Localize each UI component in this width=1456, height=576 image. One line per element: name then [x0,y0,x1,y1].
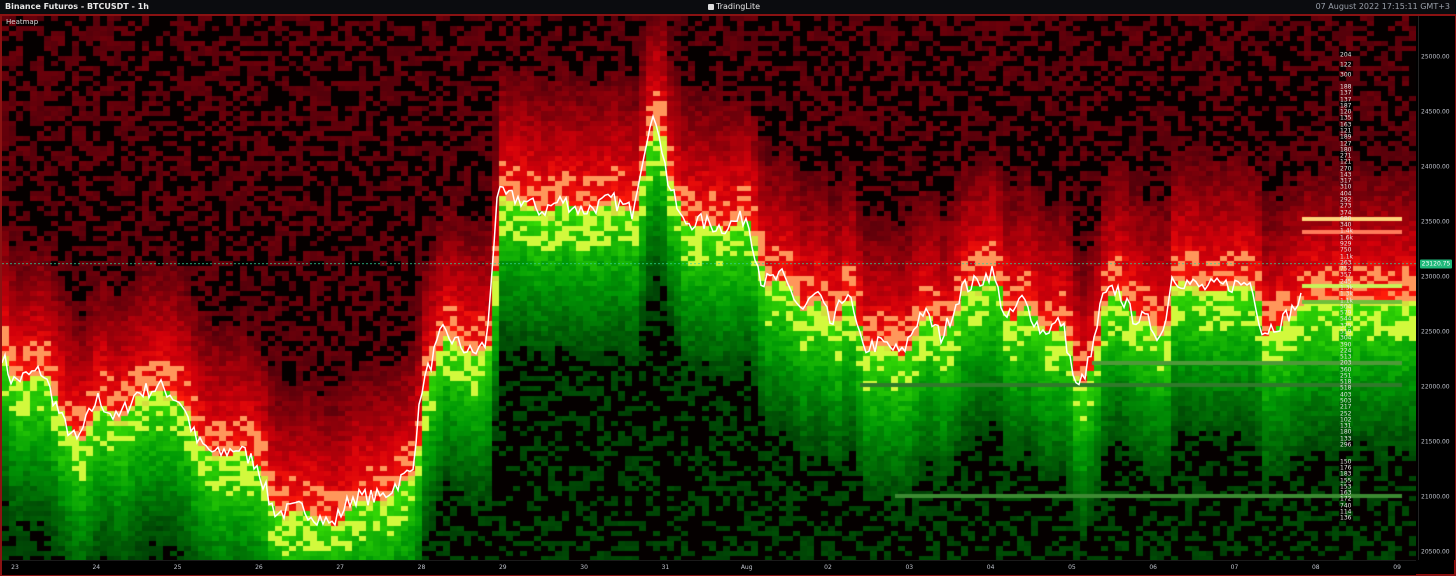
price-tick-label: 23000.00 [1421,273,1450,281]
indicator-label: Heatmap [6,18,39,26]
level-value: 136 [1340,514,1352,522]
time-tick-label: 24 [92,564,101,571]
time-tick-label: 30 [580,564,588,571]
price-tick-label: 22500.00 [1421,328,1450,336]
price-tick-label: 24500.00 [1421,108,1450,116]
time-axis[interactable]: 23 24 25 26 27 28 29 30 31 Aug 02 03 04 05 06 07 08 09 [2,560,1416,575]
time-tick-label: 29 [498,564,507,571]
current-price-tag: 23120.75 [1420,259,1452,269]
time-tick-label: 23 [11,564,19,571]
time-tick-label: 27 [336,564,345,571]
time-tick-label: 31 [661,564,670,571]
time-tick-label: Aug [740,564,753,571]
level-value: 122 [1340,61,1352,69]
top-bar: Binance Futuros - BTCUSDT - 1h TradingLi… [0,0,1456,15]
price-tick-label: 20500.00 [1421,548,1450,556]
time-tick-label: 08 [1311,564,1320,571]
time-tick-label: 04 [986,564,995,571]
time-tick-label: 26 [255,564,263,571]
price-tick-label: 25000.00 [1421,53,1450,61]
brand-name: TradingLite [716,2,761,11]
time-tick-label: 02 [824,564,832,571]
price-tick-label: 21000.00 [1421,493,1450,501]
level-value: 296 [1340,441,1352,449]
tradinglite-logo: TradingLite [708,2,760,11]
price-tick-label: 21500.00 [1421,438,1450,446]
chart-title: Binance Futuros - BTCUSDT - 1h [5,2,149,11]
price-tick-label: 24000.00 [1421,163,1450,171]
price-line [2,113,1302,527]
price-line-layer [2,113,1416,527]
time-tick-label: 09 [1393,564,1401,571]
level-value: 300 [1340,71,1352,79]
price-axis[interactable]: 25000.00 24500.00 24000.00 23500.00 23000.00… [1418,16,1455,560]
time-tick-label: 06 [1149,564,1158,571]
time-tick-label: 03 [905,564,914,571]
time-tick-label: 07 [1230,564,1239,571]
time-tick-label: 05 [1068,564,1076,571]
level-value: 204 [1340,51,1352,59]
time-tick-label: 25 [173,564,182,571]
logo-icon [708,3,714,10]
datetime-readout: 07 August 2022 17:15:11 GMT+3 [1315,2,1450,11]
price-tick-label: 23500.00 [1421,218,1450,226]
time-tick-label: 28 [417,564,426,571]
price-tick-label: 22000.00 [1421,383,1450,391]
